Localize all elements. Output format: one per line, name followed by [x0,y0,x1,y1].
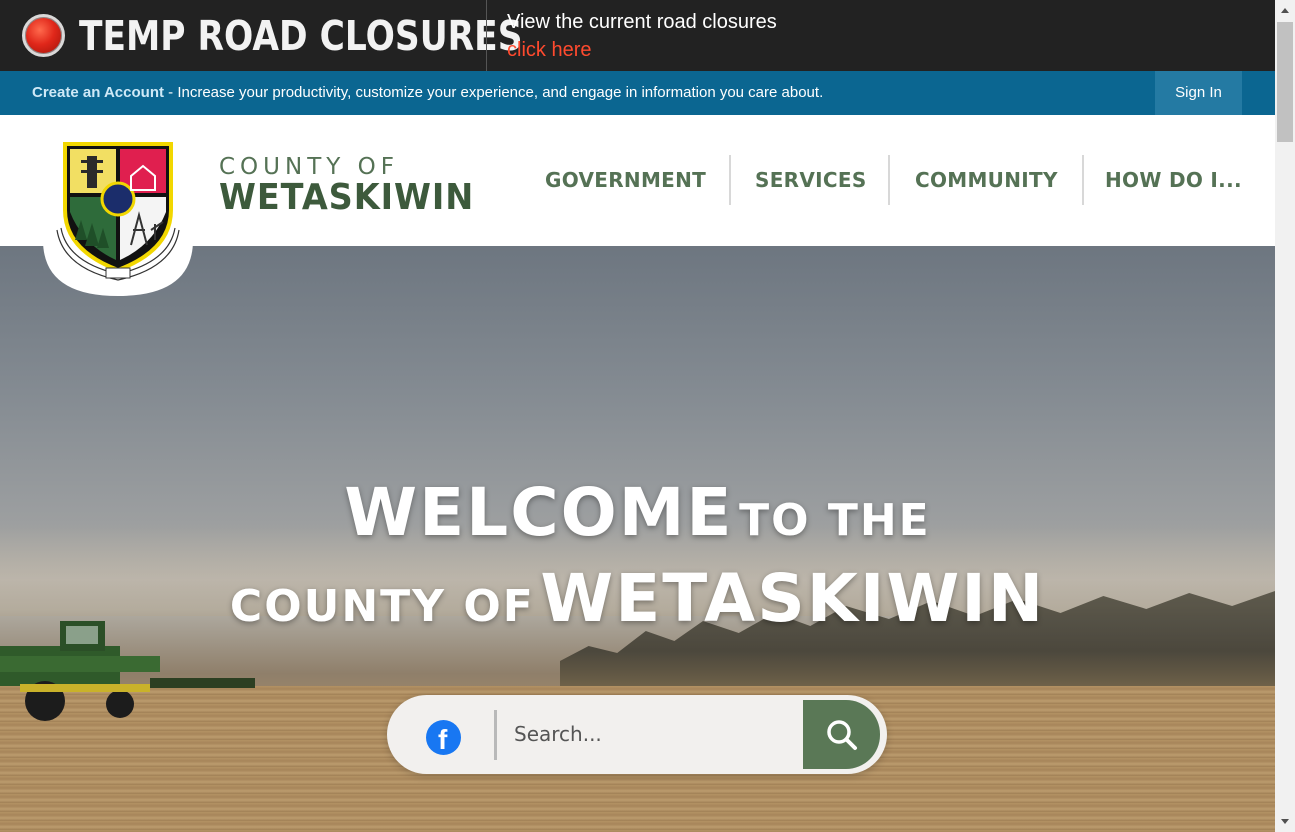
search-icon [827,720,857,750]
sign-in-button[interactable]: Sign In [1155,71,1242,115]
scrollbar-thumb[interactable] [1277,22,1293,142]
nav-divider [729,155,731,205]
alert-beacon-icon [22,14,65,57]
account-promo: Create an Account - Increase your produc… [32,84,823,102]
nav-divider [888,155,890,205]
hero-heading-line-1: WELCOME TO THE [0,474,1275,551]
scroll-down-arrow-icon[interactable] [1275,812,1295,832]
nav-divider [1082,155,1084,205]
hero-heading-line-2: COUNTY OF WETASKIWIN [0,560,1275,637]
create-account-link[interactable]: Create an Account [32,84,164,101]
nav-government[interactable]: GOVERNMENT [545,155,706,205]
alert-title: TEMP ROAD CLOSURES [79,12,523,60]
nav-community[interactable]: COMMUNITY [915,155,1058,205]
facebook-icon[interactable]: f [426,720,461,755]
brand-wetaskiwin[interactable]: WETASKIWIN [219,178,474,218]
nav-how-do-i[interactable]: HOW DO I... [1105,155,1242,205]
hero-wetaskiwin: WETASKIWIN [540,560,1046,637]
search-button[interactable] [803,700,880,769]
hero-welcome: WELCOME [344,474,734,551]
alert-divider [486,0,487,71]
search-divider [494,710,497,760]
hero-county-of: COUNTY OF [229,581,535,632]
road-closures-link[interactable]: click here [507,39,591,61]
account-tagline: - Increase your productivity, customize … [163,84,824,101]
alert-message: View the current road closures [507,11,777,33]
scroll-up-arrow-icon[interactable] [1275,0,1295,20]
account-bar: Create an Account - Increase your produc… [0,71,1275,115]
search-input[interactable] [500,712,800,756]
nav-services[interactable]: SERVICES [755,155,867,205]
county-seal-logo[interactable] [43,120,193,296]
hero-to-the: TO THE [739,495,931,546]
